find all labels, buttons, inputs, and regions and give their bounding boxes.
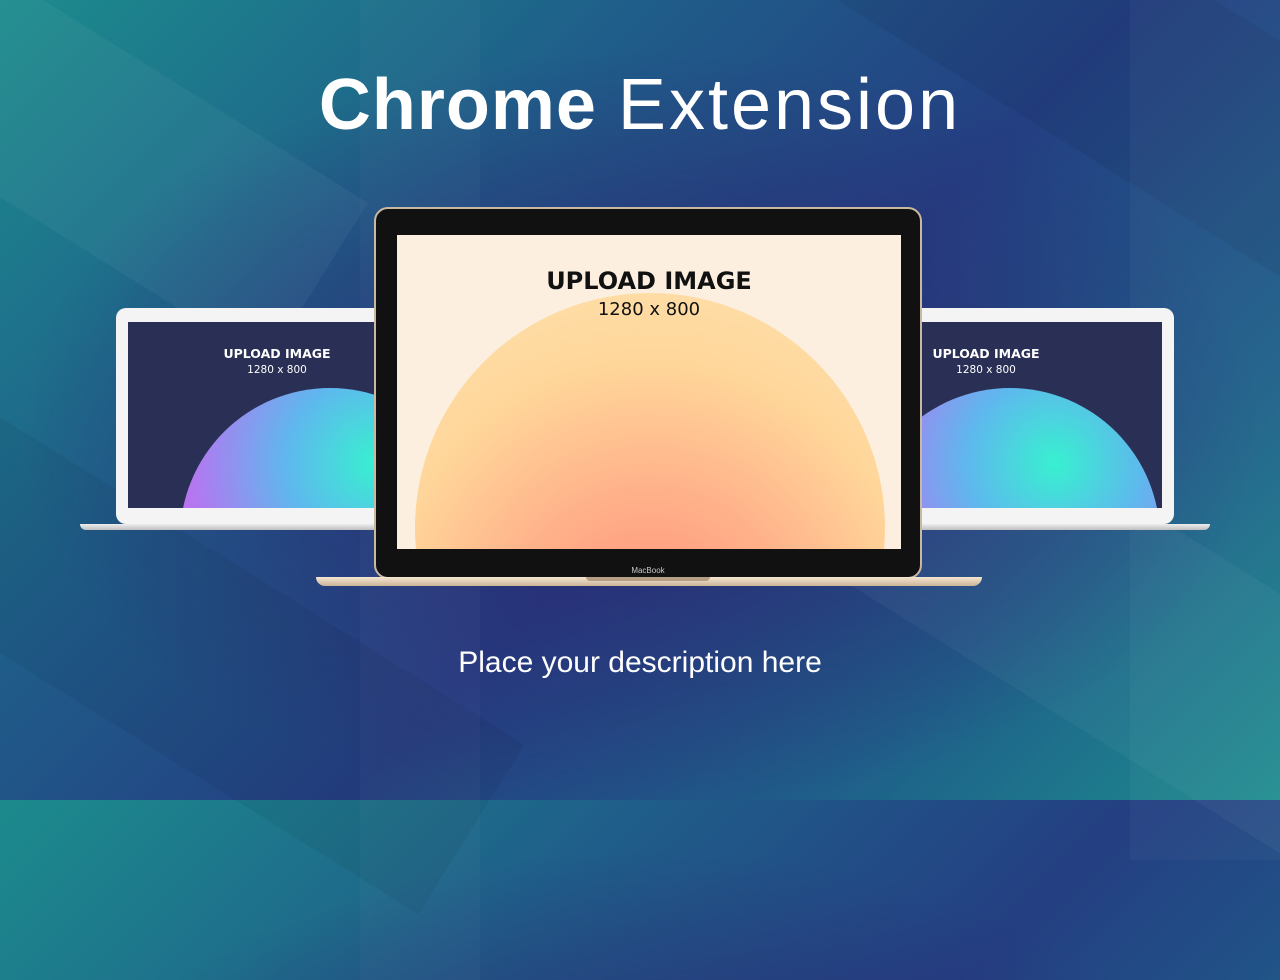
center-screen-gradient-sphere [415,293,885,549]
right-screen-gradient-sphere [886,388,1160,508]
left-size-label: 1280 x 800 [247,364,307,376]
center-laptop-notch [586,577,710,581]
right-laptop-screen: UPLOAD IMAGE 1280 x 800 [886,322,1162,508]
left-laptop-base [80,524,380,530]
description-text: Place your description here [458,646,822,679]
left-upload-label: UPLOAD IMAGE [223,346,331,361]
center-size-label: 1280 x 800 [597,299,701,320]
right-laptop-base [910,524,1210,530]
left-screen-gradient-sphere [180,388,404,508]
center-upload-label: UPLOAD IMAGE [546,267,752,295]
center-laptop-screen: UPLOAD IMAGE 1280 x 800 [397,235,901,549]
page-title: Chrome Extension [0,64,1280,146]
left-laptop: UPLOAD IMAGE 1280 x 800 [116,308,416,524]
macbook-brand-label: MacBook [631,566,665,575]
left-laptop-screen: UPLOAD IMAGE 1280 x 800 [128,322,404,508]
page-title-bold: Chrome [318,65,597,145]
page-title-light: Extension [617,65,962,145]
